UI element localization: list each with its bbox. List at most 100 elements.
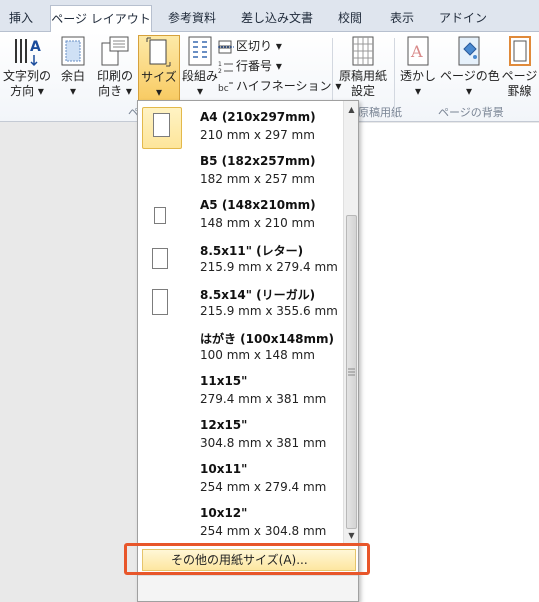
paper-size-dims: 254 mm x 304.8 mm [200, 524, 327, 538]
tab-mailings[interactable]: 差し込み文書 [234, 5, 320, 32]
tab-references[interactable]: 参考資料 [160, 5, 224, 32]
scrollbar-thumb[interactable] [346, 215, 357, 529]
svg-text:A: A [410, 42, 423, 61]
manuscript-label-1: 原稿用紙 [338, 69, 387, 83]
paper-size-dims: 304.8 mm x 381 mm [200, 436, 327, 450]
scroll-down-arrow-icon[interactable]: ▼ [345, 529, 358, 543]
line-numbers-icon: 1 2 [218, 61, 233, 75]
page-thumbnail-icon [153, 113, 170, 137]
paper-size-name: 11x15" [200, 374, 248, 388]
hyphenation-label: ハイフネーション ▾ [236, 79, 342, 93]
paper-size-item[interactable]: 8.5x11" (レター) 215.9 mm x 279.4 mm [138, 237, 342, 281]
svg-text:1: 1 [218, 61, 222, 68]
page-color-label-1: ページの色 [440, 69, 500, 83]
tab-review[interactable]: 校閲 [330, 5, 370, 32]
paper-size-dims: 254 mm x 279.4 mm [200, 480, 327, 494]
page-borders-icon [508, 36, 531, 66]
breaks-icon [218, 40, 234, 53]
page-color-icon [458, 36, 480, 66]
tab-page-layout[interactable]: ページ レイアウト [50, 5, 152, 33]
paper-size-dims: 210 mm x 297 mm [200, 128, 315, 142]
paper-size-name: A4 (210x297mm) [200, 110, 316, 124]
paper-size-name: 8.5x14" (リーガル) [200, 288, 316, 302]
paper-size-name: A5 (148x210mm) [200, 198, 316, 212]
size-button[interactable]: サイズ ▾ [138, 35, 180, 105]
paper-size-dims: 100 mm x 148 mm [200, 348, 315, 362]
tab-insert[interactable]: 挿入 [0, 5, 42, 32]
group-separator [394, 38, 395, 118]
orientation-button[interactable]: 印刷の 向き ▾ [94, 35, 136, 105]
grip-icon [348, 368, 355, 376]
paper-size-name: B5 (182x257mm) [200, 154, 316, 168]
paper-size-item[interactable]: 12x15" 304.8 mm x 381 mm [138, 413, 342, 457]
breaks-label: 区切り ▾ [236, 39, 282, 53]
size-label-2: ▾ [155, 85, 163, 99]
paper-size-name: 12x15" [200, 418, 248, 432]
page-borders-label-1: ページ [501, 69, 538, 83]
paper-size-item[interactable]: A5 (148x210mm) 148 mm x 210 mm [138, 193, 342, 237]
scroll-up-arrow-icon[interactable]: ▲ [345, 103, 358, 117]
manuscript-settings-button[interactable]: 原稿用紙 設定 [336, 35, 390, 105]
text-direction-label-2: 方向 ▾ [10, 84, 44, 98]
hyphenation-button[interactable]: bc ハイフネーション ▾ [218, 76, 341, 96]
page-color-button[interactable]: ページの色 ▾ [440, 35, 500, 105]
paper-size-name: 10x11" [200, 462, 248, 476]
paper-size-dropdown: A4 (210x297mm) 210 mm x 297 mm B5 (182x2… [137, 100, 359, 602]
hyphenation-icon: bc [218, 82, 233, 94]
ribbon-tab-bar: 挿入 ページ レイアウト 参考資料 差し込み文書 校閲 表示 アドイン [0, 0, 539, 33]
paper-size-item[interactable]: A4 (210x297mm) 210 mm x 297 mm [138, 105, 342, 149]
manuscript-label-2: 設定 [350, 84, 375, 98]
line-numbers-button[interactable]: 1 2 行番号 ▾ [218, 56, 282, 76]
manuscript-group-label: 原稿用紙 [358, 106, 402, 119]
columns-label-2: ▾ [196, 84, 204, 98]
line-numbers-label: 行番号 ▾ [236, 59, 282, 73]
paper-size-item[interactable]: B5 (182x257mm) 182 mm x 257 mm [138, 149, 342, 193]
text-direction-button[interactable]: A 文字列の 方向 ▾ [2, 35, 52, 105]
tab-view[interactable]: 表示 [382, 5, 422, 32]
columns-icon [188, 36, 212, 66]
paper-size-dims: 279.4 mm x 381 mm [200, 392, 327, 406]
paper-size-item[interactable]: 10x11" 254 mm x 279.4 mm [138, 457, 342, 501]
page-thumbnail-icon [152, 248, 168, 269]
paper-size-name: 8.5x11" (レター) [200, 244, 304, 258]
paper-size-item[interactable]: はがき (100x148mm) 100 mm x 148 mm [138, 325, 342, 369]
manuscript-paper-icon [352, 36, 374, 66]
columns-button[interactable]: 段組み ▾ [182, 35, 218, 105]
paper-size-item[interactable]: 11x15" 279.4 mm x 381 mm [138, 369, 342, 413]
watermark-label-2: ▾ [414, 84, 422, 98]
orientation-label-1: 印刷の [96, 69, 133, 83]
page-background-group-label: ページの背景 [438, 106, 504, 119]
page-borders-button[interactable]: ページ 罫線 [500, 35, 539, 105]
tab-addins[interactable]: アドイン [436, 5, 490, 32]
columns-label-1: 段組み [182, 69, 219, 83]
page-color-label-2: ▾ [465, 84, 473, 98]
paper-size-dims: 148 mm x 210 mm [200, 216, 315, 230]
margins-label-1: 余白 [60, 69, 85, 83]
page-borders-label-2: 罫線 [507, 84, 532, 98]
svg-text:A: A [30, 39, 41, 55]
margins-label-2: ▾ [69, 84, 77, 98]
breaks-button[interactable]: 区切り ▾ [218, 36, 282, 56]
margins-button[interactable]: 余白 ▾ [56, 35, 90, 105]
orientation-label-2: 向き ▾ [98, 84, 132, 98]
dropdown-footer [138, 575, 358, 601]
size-label-1: サイズ [141, 70, 177, 84]
paper-size-item[interactable]: 10x12" 254 mm x 304.8 mm [138, 501, 342, 545]
paper-size-name: はがき (100x148mm) [200, 332, 334, 346]
text-direction-icon: A [15, 39, 41, 67]
more-paper-sizes-button[interactable]: その他の用紙サイズ(A)... [142, 549, 356, 571]
watermark-button[interactable]: A 透かし ▾ [398, 35, 438, 105]
page-size-icon [146, 37, 171, 67]
paper-size-name: 10x12" [200, 506, 248, 520]
watermark-icon: A [407, 36, 429, 66]
margins-icon [61, 36, 85, 66]
watermark-label-1: 透かし [399, 69, 436, 83]
paper-size-dims: 215.9 mm x 355.6 mm [200, 304, 338, 318]
orientation-icon [101, 36, 129, 66]
paper-size-dims: 215.9 mm x 279.4 mm [200, 260, 338, 274]
dropdown-scrollbar[interactable]: ▲ ▼ [343, 101, 358, 544]
page-thumbnail-icon [152, 289, 168, 315]
paper-size-item[interactable]: 8.5x14" (リーガル) 215.9 mm x 355.6 mm [138, 281, 342, 325]
svg-text:bc: bc [218, 84, 229, 94]
svg-text:2: 2 [218, 68, 222, 74]
